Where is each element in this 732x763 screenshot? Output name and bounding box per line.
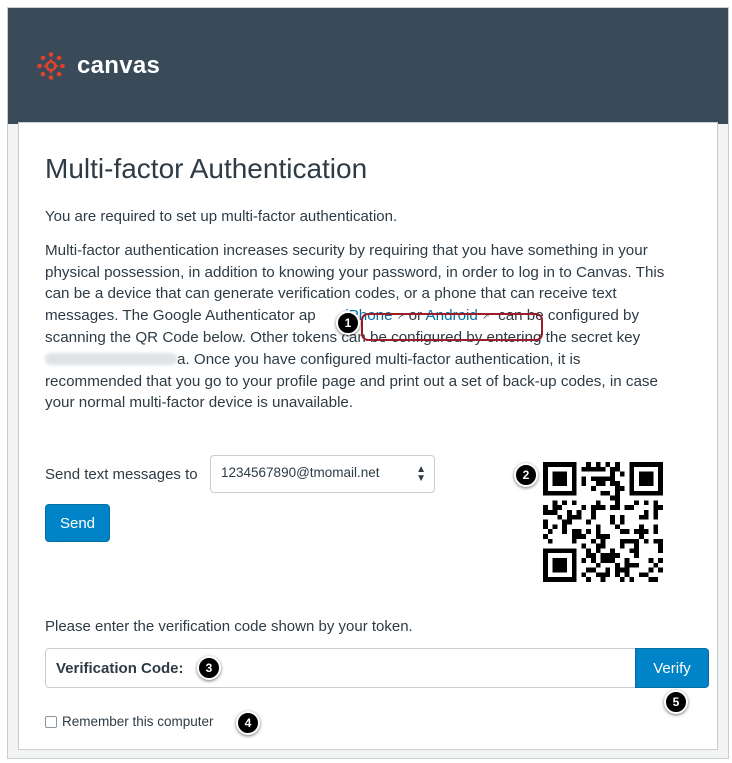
- verification-form: Verification Code: Verify: [45, 648, 709, 688]
- verification-code-input[interactable]: [191, 653, 631, 683]
- remember-computer[interactable]: Remember this computer: [45, 714, 214, 729]
- description-line: recommended that you go to your profile …: [45, 372, 658, 390]
- canvas-logo: canvas: [37, 52, 160, 80]
- description-line: physical possession, in addition to know…: [45, 263, 665, 281]
- carrier-select[interactable]: 1234567890@tmomail.net ▲ ▼: [210, 455, 435, 493]
- secret-key-redacted: [45, 352, 177, 365]
- send-text-label: Send text messages to: [45, 466, 198, 483]
- callout-badge-3: 3: [197, 656, 221, 680]
- carrier-select-value: 1234567890@tmomail.net: [221, 465, 380, 480]
- remember-checkbox[interactable]: [45, 715, 57, 728]
- requirement-text: You are required to set up multi-factor …: [45, 208, 398, 225]
- callout-badge-4: 4: [236, 711, 260, 735]
- description-text: messages. The Google Authenticator ap: [45, 306, 316, 324]
- verification-code-label: Verification Code:: [56, 660, 184, 677]
- description-line: Multi-factor authentication increases se…: [45, 242, 648, 259]
- qr-code-icon: [543, 462, 663, 582]
- description-text: a. Once you have configured multi-factor…: [177, 350, 581, 368]
- verify-button[interactable]: Verify: [635, 648, 709, 688]
- callout-badge-5: 5: [664, 690, 688, 714]
- description-line: can be a device that can generate verifi…: [45, 285, 617, 303]
- remember-label: Remember this computer: [62, 714, 214, 729]
- app-window: canvas Multi-factor Authentication You a…: [7, 7, 729, 759]
- canvas-logo-icon: [37, 52, 65, 80]
- callout-badge-1: 1: [336, 311, 360, 335]
- callout-badge-2: 2: [514, 463, 538, 487]
- mfa-panel: Multi-factor Authentication You are requ…: [18, 122, 718, 750]
- verification-prompt: Please enter the verification code shown…: [45, 618, 413, 635]
- send-button[interactable]: Send: [45, 504, 110, 542]
- description-line-secret: a. Once you have configured multi-factor…: [45, 349, 715, 371]
- logo-text: canvas: [77, 52, 161, 79]
- page-title: Multi-factor Authentication: [45, 153, 368, 184]
- chevron-updown-icon: ▲ ▼: [416, 464, 426, 484]
- app-links-highlight: [361, 313, 543, 341]
- description-line: your normal multi-factor device is unava…: [45, 394, 354, 412]
- header-bar: canvas: [8, 8, 728, 124]
